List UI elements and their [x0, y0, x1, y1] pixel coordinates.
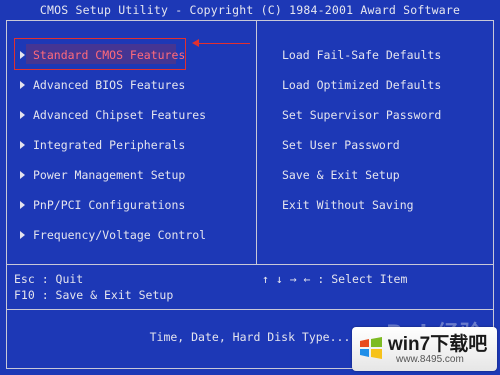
left-menu: Standard CMOS Features Advanced BIOS Fea…: [20, 40, 206, 250]
menu-item-load-fail-safe[interactable]: Load Fail-Safe Defaults: [282, 40, 441, 70]
help-divider: [6, 264, 494, 265]
menu-item-power-management[interactable]: Power Management Setup: [20, 160, 206, 190]
help-f10-save-exit: F10 : Save & Exit Setup: [14, 288, 174, 302]
win7-watermark: win7下载吧 www.8495.com: [352, 327, 497, 371]
menu-item-advanced-bios[interactable]: Advanced BIOS Features: [20, 70, 206, 100]
win7-site-url: www.8495.com: [396, 354, 464, 365]
menu-item-user-password[interactable]: Set User Password: [282, 130, 441, 160]
help-select-item: ↑ ↓ → ← : Select Item: [262, 272, 408, 286]
triangle-icon: [20, 50, 25, 59]
top-divider: [6, 20, 494, 21]
win7-site-name: win7下载吧: [388, 334, 488, 355]
menu-item-pnp-pci[interactable]: PnP/PCI Configurations: [20, 190, 206, 220]
window-title: CMOS Setup Utility - Copyright (C) 1984-…: [39, 3, 461, 17]
middle-divider: [256, 20, 257, 264]
menu-item-advanced-chipset[interactable]: Advanced Chipset Features: [20, 100, 206, 130]
triangle-icon: [20, 170, 25, 179]
menu-item-label: Power Management Setup: [33, 168, 186, 182]
right-menu: Load Fail-Safe Defaults Load Optimized D…: [282, 40, 441, 220]
help-esc-quit: Esc : Quit: [14, 272, 84, 286]
triangle-icon: [20, 140, 25, 149]
menu-item-label: Advanced Chipset Features: [33, 108, 207, 122]
menu-item-save-exit[interactable]: Save & Exit Setup: [282, 160, 441, 190]
menu-item-label: Integrated Peripherals: [33, 138, 186, 152]
menu-item-supervisor-password[interactable]: Set Supervisor Password: [282, 100, 441, 130]
triangle-icon: [20, 200, 25, 209]
triangle-icon: [20, 110, 25, 119]
menu-item-standard-cmos[interactable]: Standard CMOS Features: [20, 40, 206, 70]
menu-item-frequency-voltage[interactable]: Frequency/Voltage Control: [20, 220, 206, 250]
status-divider: [6, 309, 494, 310]
menu-item-label: PnP/PCI Configurations: [33, 198, 186, 212]
menu-item-load-optimized[interactable]: Load Optimized Defaults: [282, 70, 441, 100]
menu-item-label: Standard CMOS Features: [33, 48, 186, 62]
menu-item-label: Advanced BIOS Features: [33, 78, 186, 92]
triangle-icon: [20, 80, 25, 89]
menu-item-exit-without-saving[interactable]: Exit Without Saving: [282, 190, 441, 220]
windows-logo-icon: [358, 335, 384, 365]
menu-item-integrated-peripherals[interactable]: Integrated Peripherals: [20, 130, 206, 160]
menu-item-label: Frequency/Voltage Control: [33, 228, 207, 242]
triangle-icon: [20, 230, 25, 239]
